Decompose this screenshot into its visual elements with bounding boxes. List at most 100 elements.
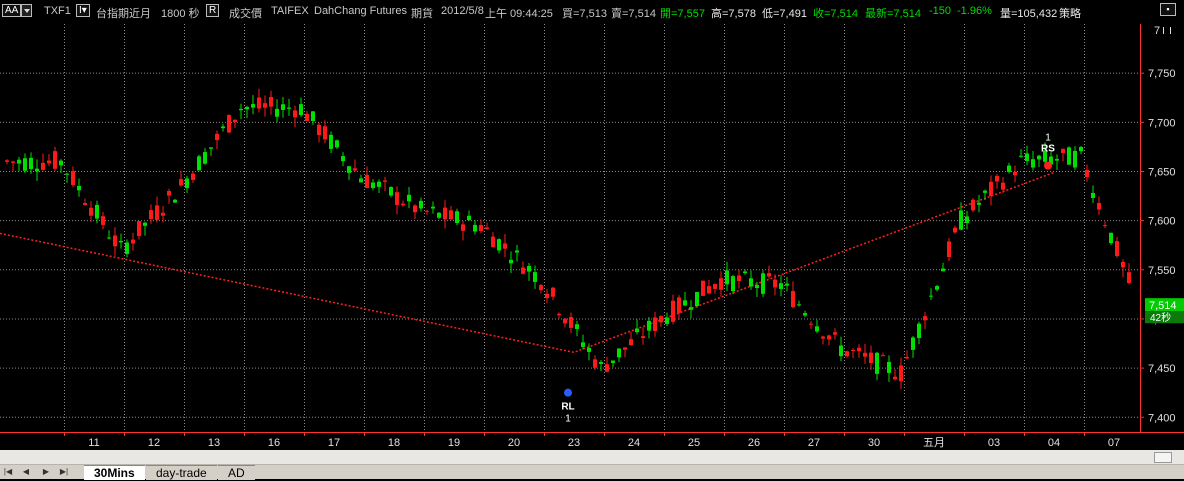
candle-body [809, 323, 813, 325]
price-badges: 7,51442秒 [1145, 298, 1184, 324]
candle-body [473, 224, 477, 232]
candle-body [263, 103, 267, 108]
prev-tab-icon[interactable]: ◀ [20, 467, 32, 477]
candle-body [485, 227, 489, 230]
time-tick-label: 30 [868, 437, 880, 449]
candle-body [341, 156, 345, 162]
candle-body [1061, 148, 1065, 154]
candle-body [311, 111, 315, 122]
countdown-label: 42秒 [1150, 311, 1171, 324]
time-tick-label: 27 [808, 437, 820, 449]
candle-body [845, 351, 849, 357]
candle-body [305, 113, 309, 121]
axis-menu-icon[interactable] [1163, 27, 1171, 34]
candle-body [521, 267, 525, 274]
candle-body [875, 352, 879, 374]
candle-body [869, 352, 873, 363]
buy-signal-icon[interactable] [564, 388, 572, 397]
candle-body [83, 203, 87, 205]
price-type-label: 成交價 [229, 8, 262, 20]
candle-body [659, 316, 663, 323]
tab-ad[interactable]: AD [218, 465, 255, 480]
change-pct-label: -1.96% [957, 5, 992, 17]
price-type-button[interactable]: R [206, 4, 220, 17]
candle-body [503, 243, 507, 249]
candle-body [539, 285, 543, 291]
candle-body [293, 110, 297, 118]
candle-body [647, 320, 651, 331]
candle-body [1103, 225, 1107, 227]
interval-label[interactable]: 1800 秒 [161, 5, 200, 21]
time-label: 上午 09:44:25 [485, 8, 553, 20]
symbol-label[interactable]: TXF1 [44, 5, 71, 17]
window-control: ▪ [1160, 3, 1176, 16]
candle-body [383, 180, 387, 182]
price-tick-label: 7,450 [1148, 363, 1176, 375]
candle-body [191, 173, 195, 180]
last-tab-icon[interactable]: ▶| [58, 467, 70, 477]
open-label: 開=7,557 [660, 8, 705, 20]
candle-body [209, 147, 213, 149]
candle-body [965, 216, 969, 224]
candle-body [1109, 232, 1113, 244]
candle-body [353, 168, 357, 171]
exchange-label: TAIFEX [271, 5, 309, 17]
candle-body [287, 107, 291, 109]
candle-body [803, 313, 807, 316]
candle-body [629, 339, 633, 346]
horizontal-scrollbar[interactable] [0, 450, 1184, 465]
candle-body [155, 205, 159, 220]
candle-body [347, 166, 351, 173]
broker-label: DahChang Futures [314, 5, 407, 17]
scroll-thumb[interactable] [1154, 452, 1172, 463]
candle-body [215, 133, 219, 141]
candle-body [281, 104, 285, 110]
candle-body [17, 159, 21, 164]
close-icon[interactable]: ▪ [1160, 3, 1176, 16]
candle-body [665, 317, 669, 324]
candle-body [557, 313, 561, 316]
candle-body [329, 134, 333, 149]
candle-body [725, 270, 729, 285]
candle-body [221, 126, 225, 129]
candle-body [161, 212, 165, 216]
info-button[interactable]: I▾ [76, 4, 90, 17]
candle-body [479, 225, 483, 232]
candle-body [23, 158, 27, 171]
chevron-down-icon[interactable] [21, 4, 33, 17]
candle-body [143, 222, 147, 226]
strategy-label[interactable]: 策略 [1059, 5, 1081, 21]
candle-body [887, 361, 891, 373]
candle-body [371, 182, 375, 189]
candle-body [449, 210, 453, 220]
first-tab-icon[interactable]: |◀ [2, 467, 14, 477]
candle-body [233, 119, 237, 123]
candle-body [977, 202, 981, 205]
candle-body [203, 152, 207, 164]
sell-signal-icon[interactable] [1044, 161, 1052, 170]
tab-30mins[interactable]: 30Mins [84, 465, 145, 480]
candle-body [1097, 202, 1101, 210]
candle-body [101, 216, 105, 225]
tab-strip: |◀ ◀ ▶ ▶| 30Mins day-trade AD [0, 465, 1184, 480]
tab-day-trade[interactable]: day-trade [146, 465, 217, 480]
candle-body [905, 357, 909, 359]
candle-body [605, 364, 609, 372]
size-button[interactable]: AA [2, 4, 22, 17]
price-chart[interactable]: RL1RS1 7,4007,4507,5007,5507,6007,6507,7… [0, 0, 1184, 450]
candle-body [239, 108, 243, 111]
candle-body [545, 293, 549, 299]
candle-body [1073, 150, 1077, 168]
candle-body [431, 206, 435, 209]
candle-body [767, 273, 771, 277]
candle-body [935, 286, 939, 290]
candle-body [617, 348, 621, 358]
candle-body [5, 160, 9, 162]
next-tab-icon[interactable]: ▶ [40, 467, 52, 477]
price-tick-label: 7,550 [1148, 265, 1176, 277]
candle-body [317, 124, 321, 136]
candle-body [29, 157, 33, 170]
candle-body [611, 360, 615, 363]
current-price-label: 7,514 [1149, 300, 1177, 312]
candle-body [593, 359, 597, 368]
